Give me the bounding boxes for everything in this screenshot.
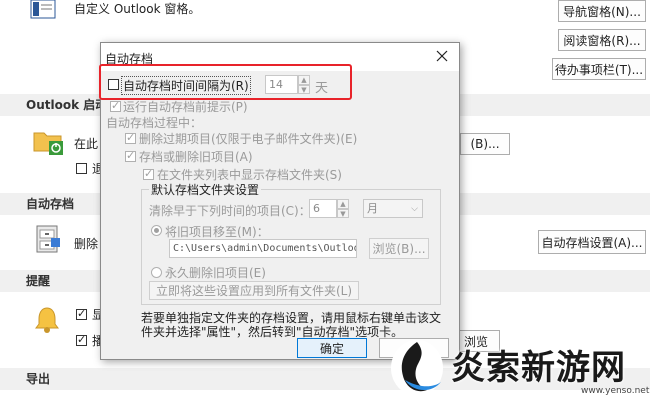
archive-cabinet-icon <box>34 224 62 254</box>
autoarchive-description: 删除 <box>74 237 99 251</box>
chevron-down-icon: ⌵ <box>411 204 418 214</box>
autoarchive-settings-button[interactable]: 自动存档设置(A)... <box>538 230 646 254</box>
clean-older-unit-value: 月 <box>367 202 378 215</box>
clean-older-input[interactable]: 6 <box>309 199 337 218</box>
move-path-input[interactable]: C:\Users\admin\Documents\Outloo <box>169 239 357 258</box>
highlight-box <box>99 64 352 100</box>
default-group-title: 默认存档文件夹设置 <box>149 181 262 198</box>
delete-permanent-radio[interactable] <box>151 267 162 278</box>
delete-expired-label: 删除过期项目(仅限于电子邮件文件夹)(E) <box>139 132 358 146</box>
ok-button[interactable]: 确定 <box>297 338 367 358</box>
todo-bar-button[interactable]: 待办事项栏(T)... <box>552 58 646 80</box>
move-browse-button[interactable]: 浏览(B)... <box>369 238 429 259</box>
start-exit-checkbox[interactable] <box>76 163 87 174</box>
clean-older-spin-down[interactable]: ▼ <box>337 209 349 218</box>
reminder-show-checkbox[interactable] <box>76 307 87 320</box>
folder-start-icon <box>33 127 65 157</box>
start-folder-text: 在此 <box>74 137 99 151</box>
pane-description: 自定义 Outlook 窗格。 <box>74 2 201 16</box>
clean-older-unit-select[interactable]: 月 ⌵ <box>363 199 423 218</box>
during-label: 自动存档过程中： <box>106 116 203 130</box>
move-old-label: 将旧项目移至(M)： <box>165 225 269 239</box>
move-old-radio[interactable] <box>151 225 162 236</box>
start-browse-button[interactable]: (B)... <box>460 133 510 155</box>
prompt-label: 运行自动存档前提示(P) <box>123 100 248 114</box>
bell-icon <box>34 306 60 334</box>
clean-older-label: 清除早于下列时间的项目(C)： <box>149 204 311 218</box>
watermark-logo: 炎索新游网 www.yenso.net <box>385 330 650 404</box>
autoarchive-dialog: 自动存档 自动存档时间间隔为(R) 14 ▲ ▼ 天 运行自动存档前提示(P) … <box>99 42 460 360</box>
apply-all-button[interactable]: 立即将这些设置应用到所有文件夹(L) <box>149 281 359 300</box>
prompt-checkbox[interactable] <box>110 99 121 112</box>
reminder-play-checkbox[interactable] <box>76 333 87 346</box>
navigation-pane-button[interactable]: 导航窗格(N)... <box>558 0 646 22</box>
watermark-text: 炎索新游网 <box>451 348 626 388</box>
show-folder-checkbox[interactable] <box>143 167 154 180</box>
close-icon[interactable] <box>435 49 449 63</box>
archive-old-label: 存档或删除旧项目(A) <box>139 150 253 164</box>
reading-pane-button[interactable]: 阅读窗格(R)... <box>558 29 646 51</box>
watermark-url: www.yenso.net <box>581 386 650 396</box>
delete-permanent-label: 永久删除旧项目(E) <box>165 266 266 280</box>
clean-older-spin-up[interactable]: ▲ <box>337 199 349 209</box>
delete-expired-checkbox[interactable] <box>125 131 136 144</box>
archive-old-checkbox[interactable] <box>125 149 136 162</box>
pane-icon <box>30 0 56 20</box>
